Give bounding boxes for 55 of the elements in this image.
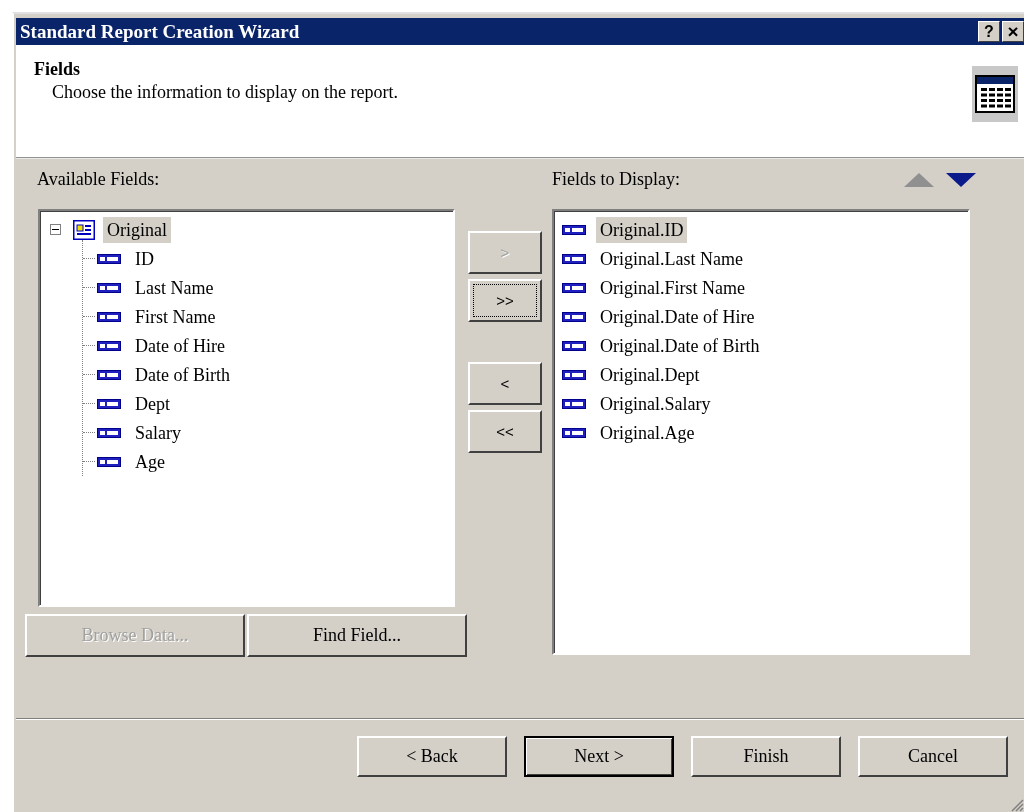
move-button[interactable]: < (468, 362, 542, 405)
tree-item[interactable]: Original (103, 216, 171, 243)
page-description: Choose the information to display on the report. (52, 82, 399, 103)
field-icon (97, 282, 121, 293)
move-button[interactable]: >> (468, 279, 542, 322)
list-item[interactable]: Original.Date of Birth (596, 332, 764, 359)
tree-item[interactable]: Last Name (131, 274, 218, 301)
tree-item[interactable]: Age (131, 448, 169, 475)
collapse-toggle[interactable] (50, 224, 61, 235)
field-icon (97, 369, 121, 380)
list-item[interactable]: Original.Salary (596, 390, 715, 417)
find-field-button[interactable]: Find Field... (247, 614, 467, 657)
table-grid-icon (972, 66, 1018, 122)
field-icon (97, 398, 121, 409)
field-icon (562, 340, 586, 351)
tree-item[interactable]: Date of Hire (131, 332, 229, 359)
page-title: Fields (34, 59, 81, 80)
field-icon (97, 253, 121, 264)
available-fields-tree[interactable]: Original ID Last Name First Name Date of Hire Date of Birth Dept Salary Age (38, 209, 455, 607)
field-icon (562, 224, 586, 235)
list-item[interactable]: Original.ID (596, 216, 688, 243)
tree-item[interactable]: ID (131, 245, 158, 272)
back-button[interactable]: < Back (357, 736, 507, 777)
field-icon (562, 369, 586, 380)
fields-to-display-label: Fields to Display: (552, 169, 681, 190)
move-button[interactable]: << (468, 410, 542, 453)
field-icon (562, 398, 586, 409)
move-down-icon[interactable] (946, 173, 976, 188)
list-item[interactable]: Original.Last Name (596, 245, 747, 272)
help-button[interactable]: ? (978, 21, 1000, 42)
field-icon (562, 311, 586, 322)
field-icon (97, 456, 121, 467)
tree-item[interactable]: Date of Birth (131, 361, 234, 388)
next-button[interactable]: Next > (524, 736, 674, 777)
window-title: Standard Report Creation Wizard (20, 20, 301, 43)
field-icon (97, 427, 121, 438)
list-item[interactable]: Original.First Name (596, 274, 749, 301)
table-icon (73, 219, 95, 240)
tree-item[interactable]: Dept (131, 390, 174, 417)
list-item[interactable]: Original.Date of Hire (596, 303, 759, 330)
tree-item[interactable]: First Name (131, 303, 220, 330)
resize-grip-icon[interactable] (1010, 798, 1024, 812)
field-icon (562, 427, 586, 438)
available-fields-label: Available Fields: (36, 169, 161, 191)
field-icon (97, 311, 121, 322)
field-icon (562, 253, 586, 264)
close-button[interactable]: × (1002, 21, 1024, 42)
finish-button[interactable]: Finish (691, 736, 841, 777)
fields-to-display-list[interactable]: Original.ID Original.Last Name Original.First Name Original.Date of Hire Original.Date of Birth Original.Dept Original.Salary Original.Age (552, 209, 970, 655)
field-icon (97, 340, 121, 351)
list-item[interactable]: Original.Age (596, 419, 699, 446)
field-icon (562, 282, 586, 293)
tree-item[interactable]: Salary (131, 419, 185, 446)
cancel-button[interactable]: Cancel (858, 736, 1008, 777)
list-item[interactable]: Original.Dept (596, 361, 704, 388)
